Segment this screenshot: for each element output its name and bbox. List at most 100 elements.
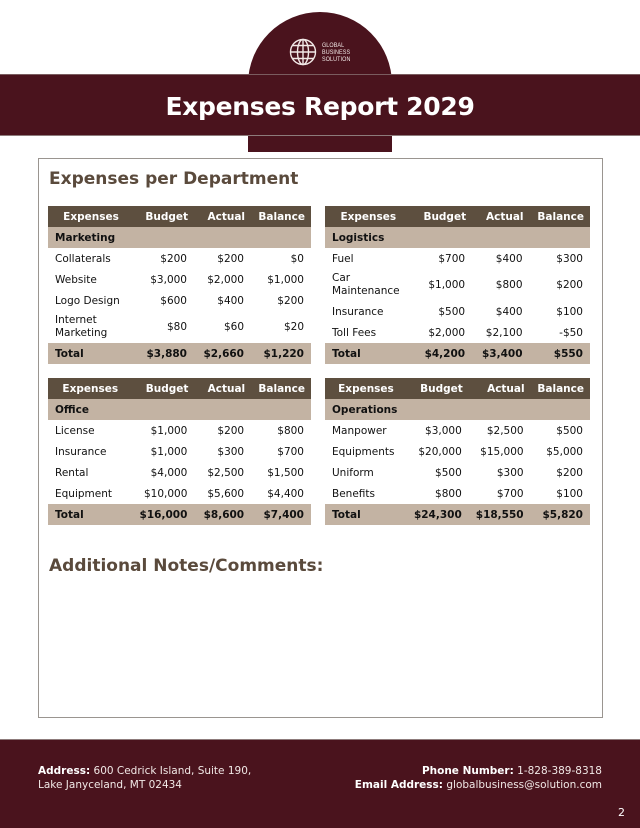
footer-contact: Phone Number: 1-828-389-8318 Email Addre…	[355, 764, 602, 792]
column-header: Budget	[134, 206, 194, 227]
address-line1: 600 Cedrick Island, Suite 190,	[93, 765, 252, 777]
column-header: Actual	[194, 206, 251, 227]
column-header: Balance	[251, 206, 311, 227]
table-header-row: Expenses Budget Actual Balance	[48, 378, 311, 399]
total-label: Total	[325, 504, 407, 525]
category-row: Office	[48, 399, 311, 420]
table-row: Manpower $3,000 $2,500 $500	[325, 420, 590, 441]
column-header: Actual	[468, 378, 531, 399]
item-label: Equipment	[55, 487, 112, 500]
item-balance: $4,400	[267, 487, 304, 500]
total-actual: $8,600	[194, 504, 252, 525]
column-header: Actual	[194, 378, 252, 399]
item-actual: $2,000	[207, 273, 244, 286]
phone-number: 1-828-389-8318	[517, 765, 602, 777]
page-title: Expenses Report 2029	[165, 91, 475, 121]
table-row: Rental $4,000 $2,500 $1,500	[48, 462, 311, 483]
address-line2: Lake Janyceland, MT 02434	[38, 779, 182, 791]
total-label: Total	[48, 343, 134, 364]
column-header: Budget	[406, 378, 469, 399]
category-row: Operations	[325, 399, 590, 420]
header-band: Expenses Report 2029	[0, 74, 640, 136]
table-row: Website $3,000 $2,000 $1,000	[48, 269, 311, 290]
item-label: Internet Marketing	[55, 314, 108, 339]
total-balance: $5,820	[530, 504, 590, 525]
item-actual: $2,100	[485, 326, 523, 339]
item-actual: $15,000	[480, 445, 524, 458]
item-label: License	[55, 424, 95, 437]
item-label: Equipments	[332, 445, 395, 458]
item-balance: $700	[277, 445, 304, 458]
item-label: Manpower	[332, 424, 387, 437]
total-label: Total	[325, 343, 412, 364]
item-label: Logo Design	[55, 294, 120, 307]
logo-line: GLOBAL	[322, 41, 345, 49]
department-name: Operations	[325, 399, 590, 420]
column-header: Expenses	[325, 206, 412, 227]
item-label: Insurance	[55, 445, 107, 458]
item-actual: $800	[495, 279, 523, 291]
table-row: Fuel $700 $400 $300	[325, 248, 590, 269]
item-balance: $200	[556, 279, 583, 291]
category-row: Marketing	[48, 227, 311, 248]
total-row: Total $16,000 $8,600 $7,400	[48, 504, 311, 525]
item-balance: $5,000	[546, 445, 583, 458]
column-header: Budget	[132, 378, 195, 399]
notes-title: Additional Notes/Comments:	[49, 556, 324, 576]
item-balance: $200	[277, 294, 304, 307]
table-row: Insurance $500 $400 $100	[325, 301, 590, 322]
item-actual: $2,500	[486, 424, 524, 437]
item-label: Insurance	[332, 305, 384, 318]
item-budget: $500	[438, 305, 466, 318]
item-actual: $2,500	[207, 466, 245, 479]
item-actual: $400	[217, 294, 244, 307]
table-row: Toll Fees $2,000 $2,100 -$50	[325, 322, 590, 343]
logo-text: GLOBAL BUSINESS SOLUTION	[322, 42, 350, 63]
email-row: Email Address: globalbusiness@solution.c…	[355, 778, 602, 792]
item-budget: $2,000	[428, 326, 466, 339]
table-row: License $1,000 $200 $800	[48, 420, 311, 441]
item-budget: $80	[166, 321, 187, 333]
column-header: Balance	[529, 206, 590, 227]
department-table-logistics: Expenses Budget Actual Balance Logistics Fue…	[325, 206, 590, 364]
department-name: Marketing	[48, 227, 311, 248]
table-row: Equipments $20,000 $15,000 $5,000	[325, 441, 590, 462]
table-header-row: Expenses Budget Actual Balance	[325, 378, 590, 399]
item-balance: $100	[556, 305, 583, 318]
item-balance: $1,000	[267, 273, 304, 286]
item-label: Website	[55, 273, 97, 286]
table-row: Benefits $800 $700 $100	[325, 483, 590, 504]
email-label: Email Address:	[354, 779, 444, 791]
item-actual: $60	[223, 321, 244, 333]
category-row: Logistics	[325, 227, 590, 248]
total-balance: $7,400	[251, 504, 311, 525]
item-budget: $1,000	[150, 445, 188, 458]
item-budget: $10,000	[143, 487, 188, 500]
item-actual: $200	[217, 424, 245, 437]
company-logo: GLOBAL BUSINESS SOLUTION	[288, 36, 355, 68]
department-table-operations: Expenses Budget Actual Balance Operations Ma…	[325, 378, 590, 525]
item-budget: $3,000	[150, 273, 187, 286]
column-header: Balance	[251, 378, 311, 399]
item-budget: $3,000	[425, 424, 462, 437]
logo-line: SOLUTION	[322, 55, 351, 63]
column-header: Balance	[530, 378, 590, 399]
column-header: Expenses	[325, 378, 407, 399]
total-actual: $18,550	[468, 504, 531, 525]
footer: Address: 600 Cedrick Island, Suite 190, …	[0, 739, 640, 828]
item-balance: $200	[556, 466, 583, 479]
department-table-office: Expenses Budget Actual Balance Office Licens…	[48, 378, 311, 525]
table-row: Car Maintenance $1,000 $800 $200	[325, 269, 590, 301]
section-title: Expenses per Department	[49, 169, 299, 189]
total-balance: $550	[529, 343, 590, 364]
page-number: 2	[618, 806, 625, 819]
table-header-row: Expenses Budget Actual Balance	[325, 206, 590, 227]
item-budget: $1,000	[150, 424, 188, 437]
item-actual: $300	[217, 445, 245, 458]
total-actual: $3,400	[472, 343, 530, 364]
item-actual: $200	[217, 252, 244, 265]
item-balance: $20	[283, 321, 304, 333]
total-balance: $1,220	[251, 343, 311, 364]
globe-icon	[289, 38, 317, 66]
item-budget: $200	[160, 252, 187, 265]
